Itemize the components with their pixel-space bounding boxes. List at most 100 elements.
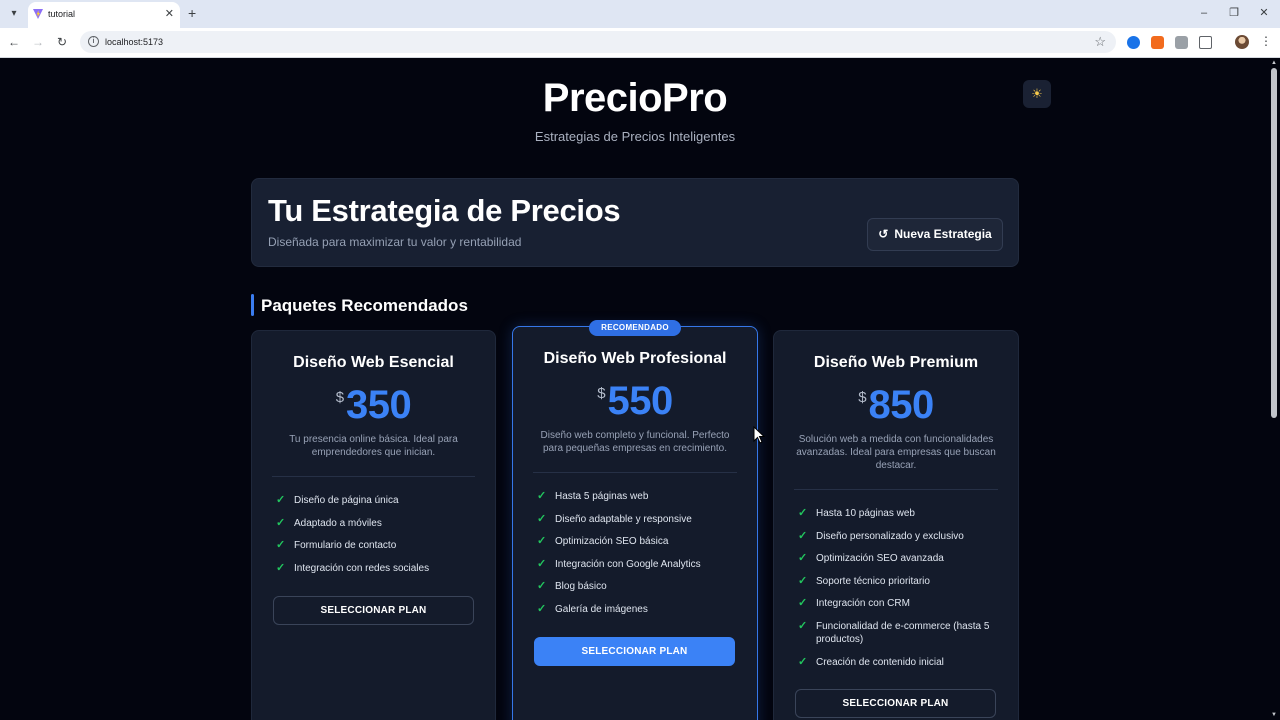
page-viewport: PrecioPro Estrategias de Precios Intelig… [0, 58, 1280, 720]
price-amount: 350 [346, 383, 412, 427]
minimize-icon[interactable]: – [1196, 5, 1212, 21]
check-icon: ✓ [537, 512, 547, 525]
new-tab-icon[interactable]: + [188, 4, 196, 22]
feature-item: ✓ Soporte técnico prioritario [796, 575, 1000, 598]
select-plan-button[interactable]: SELECCIONAR PLAN [795, 689, 996, 718]
select-plan-button[interactable]: SELECCIONAR PLAN [534, 637, 735, 666]
tab-search-icon[interactable]: ▾ [6, 6, 22, 22]
mouse-cursor-icon [753, 426, 765, 444]
screenshot-extension-icon[interactable] [1175, 36, 1188, 49]
feature-text: Optimización SEO avanzada [816, 553, 944, 565]
card-divider [272, 476, 475, 477]
site-info-icon[interactable]: i [88, 36, 99, 47]
check-icon: ✓ [276, 516, 286, 529]
profile-avatar[interactable] [1235, 35, 1249, 49]
reset-icon: ↺ [878, 227, 889, 241]
plan-description: Diseño web completo y funcional. Perfect… [540, 430, 730, 454]
check-icon: ✓ [537, 490, 547, 502]
check-icon: ✓ [798, 529, 808, 542]
address-bar[interactable]: i localhost:5173 ☆ [80, 31, 1116, 53]
feature-text: Funcionalidad de e-commerce (hasta 5 pro… [816, 620, 990, 645]
feature-text: Optimización SEO básica [555, 536, 669, 548]
feature-list: ✓ Hasta 10 páginas web ✓ Diseño personaliz… [796, 507, 1000, 678]
feature-item: ✓ Integración con redes sociales [274, 562, 477, 585]
bookmark-star-icon[interactable]: ☆ [1094, 34, 1106, 50]
card-divider [533, 472, 737, 473]
feature-text: Soporte técnico prioritario [816, 575, 930, 587]
restore-icon[interactable]: ❐ [1226, 5, 1242, 21]
check-icon: ✓ [537, 602, 547, 615]
check-icon: ✓ [537, 535, 547, 548]
check-icon: ✓ [798, 655, 808, 668]
feature-item: ✓ Diseño adaptable y responsive [535, 513, 739, 536]
sun-icon: ☀ [1031, 86, 1043, 101]
feature-text: Hasta 10 páginas web [816, 508, 915, 519]
feature-text: Diseño personalizado y exclusivo [816, 530, 964, 542]
check-icon: ✓ [537, 557, 547, 570]
page-scrollbar[interactable]: ▲ ▼ [1270, 58, 1278, 720]
feature-item: ✓ Hasta 10 páginas web [796, 507, 1000, 530]
check-icon: ✓ [276, 539, 286, 552]
plan-card-profesional: RECOMENDADO Diseño Web Profesional $550 … [512, 320, 758, 720]
feature-text: Hasta 5 páginas web [555, 491, 649, 502]
back-arrow-icon[interactable]: ← [6, 34, 22, 50]
feature-item: ✓ Blog básico [535, 580, 739, 603]
currency-symbol: $ [858, 389, 867, 406]
feature-text: Galería de imágenes [555, 603, 648, 615]
feature-item: ✓ Formulario de contacto [274, 539, 477, 562]
feature-item: ✓ Integración con CRM [796, 597, 1000, 620]
tab-close-icon[interactable]: ✕ [165, 7, 174, 21]
strategy-header-panel: Tu Estrategia de Precios Diseñada para m… [251, 178, 1019, 267]
browser-tab[interactable]: tutorial ✕ [28, 2, 180, 28]
feature-item: ✓ Integración con Google Analytics [535, 558, 739, 581]
tab-title: tutorial [48, 9, 76, 19]
feature-list: ✓ Hasta 5 páginas web ✓ Diseño adaptable y… [535, 490, 739, 626]
currency-symbol: $ [335, 389, 345, 406]
feature-item: ✓ Diseño personalizado y exclusivo [796, 530, 1000, 553]
browser-menu-icon[interactable]: ⋮ [1260, 33, 1272, 49]
plan-name: Diseño Web Profesional [543, 350, 727, 367]
select-plan-button[interactable]: SELECCIONAR PLAN [273, 596, 474, 625]
section-accent-bar [251, 294, 254, 316]
forward-arrow-icon[interactable]: → [30, 34, 46, 50]
feature-text: Integración con CRM [816, 598, 910, 610]
scroll-down-icon[interactable]: ▼ [1271, 712, 1277, 718]
extensions-puzzle-icon[interactable] [1199, 36, 1212, 49]
close-window-icon[interactable]: ✕ [1256, 5, 1272, 21]
feature-text: Blog básico [555, 581, 607, 593]
feature-text: Formulario de contacto [294, 540, 397, 552]
extension-icon[interactable] [1127, 36, 1140, 49]
plan-description: Solución web a medida con funcionalidade… [796, 434, 996, 471]
check-icon: ✓ [537, 580, 547, 593]
plan-price: $350 [252, 383, 495, 428]
feature-item: ✓ Creación de contenido inicial [796, 656, 1000, 679]
theme-toggle-button[interactable]: ☀ [1023, 80, 1051, 108]
feature-text: Creación de contenido inicial [816, 656, 944, 668]
feature-text: Adaptado a móviles [294, 517, 382, 529]
price-amount: 550 [607, 379, 674, 423]
feature-item: ✓ Adaptado a móviles [274, 517, 477, 540]
browser-toolbar: ← → ↻ i localhost:5173 ☆ ⋮ [0, 28, 1280, 58]
feature-text: Integración con redes sociales [294, 562, 430, 574]
feature-item: ✓ Funcionalidad de e-commerce (hasta 5 pr… [796, 620, 1000, 656]
feature-text: Integración con Google Analytics [555, 558, 701, 570]
plan-price: $550 [513, 379, 757, 424]
extension-icon[interactable] [1151, 36, 1164, 49]
plan-card-premium: Diseño Web Premium $850 Solución web a m… [773, 330, 1019, 720]
feature-text: Diseño de página única [294, 495, 399, 506]
reload-icon[interactable]: ↻ [54, 34, 70, 50]
currency-symbol: $ [597, 385, 606, 402]
new-strategy-button[interactable]: ↺ Nueva Estrategia [867, 218, 1003, 251]
feature-item: ✓ Galería de imágenes [535, 603, 739, 626]
scroll-up-icon[interactable]: ▲ [1271, 60, 1277, 66]
card-divider [794, 489, 998, 490]
new-strategy-label: Nueva Estrategia [894, 227, 992, 241]
feature-item: ✓ Hasta 5 páginas web [535, 490, 739, 513]
feature-list: ✓ Diseño de página única ✓ Adaptado a móvi… [274, 494, 477, 584]
browser-tab-strip: ▾ tutorial ✕ + – ❐ ✕ [0, 0, 1280, 28]
check-icon: ✓ [798, 507, 808, 519]
scrollbar-thumb[interactable] [1271, 68, 1277, 418]
hero-title: Tu Estrategia de Precios [268, 193, 621, 228]
check-icon: ✓ [798, 552, 808, 565]
feature-text: Diseño adaptable y responsive [555, 513, 692, 525]
